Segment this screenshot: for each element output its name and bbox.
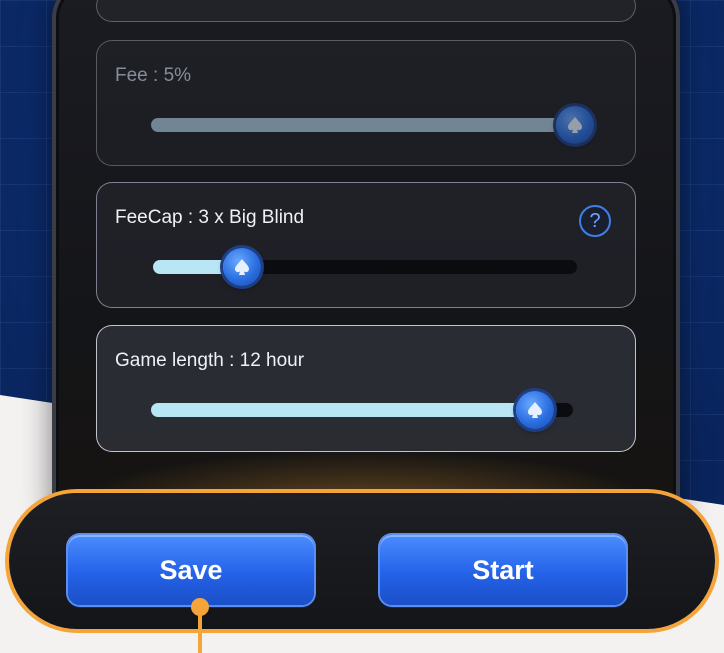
fee-setting-card: Fee : 5% (96, 40, 636, 166)
question-mark-icon[interactable]: ? (579, 205, 611, 237)
fee-slider-thumb[interactable] (555, 106, 594, 144)
spade-icon (528, 402, 543, 418)
feecap-setting-card: FeeCap : 3 x Big Blind ? (96, 182, 636, 308)
game-length-slider-fill (151, 403, 536, 417)
fee-slider[interactable] (151, 106, 594, 144)
feecap-slider-thumb[interactable] (223, 248, 262, 286)
game-length-label: Game length : 12 hour (115, 350, 305, 371)
feecap-slider[interactable] (153, 248, 577, 286)
spade-icon (567, 117, 582, 133)
start-button[interactable]: Start (380, 535, 626, 605)
game-length-slider-thumb[interactable] (516, 391, 555, 429)
callout-line (198, 612, 202, 653)
save-button[interactable]: Save (68, 535, 314, 605)
feecap-label: FeeCap : 3 x Big Blind (115, 207, 305, 228)
spade-icon (235, 259, 250, 275)
game-length-slider[interactable] (151, 391, 573, 429)
fee-label: Fee : 5% (115, 65, 192, 86)
previous-setting-card (96, 0, 636, 22)
game-length-setting-card: Game length : 12 hour (96, 325, 636, 452)
action-bar: Save Start (9, 493, 715, 629)
fee-slider-fill (151, 118, 575, 132)
